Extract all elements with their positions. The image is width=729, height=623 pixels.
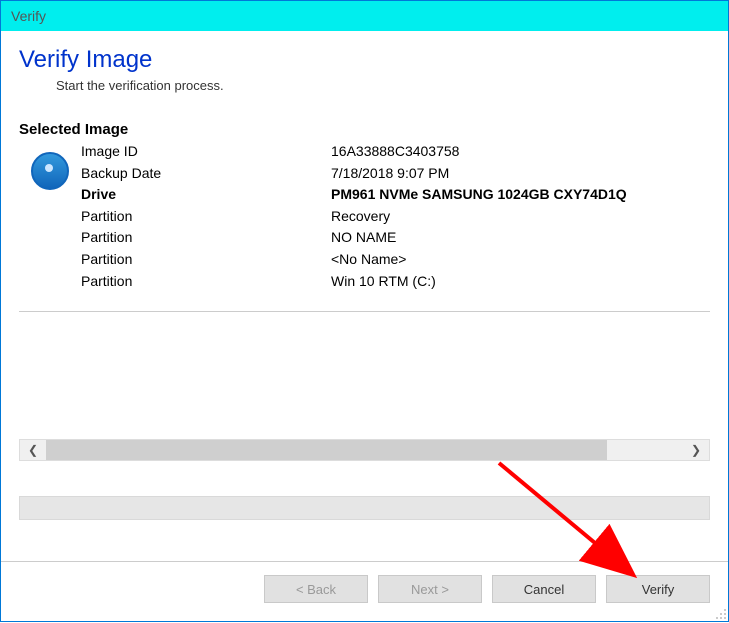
info-value: Recovery bbox=[331, 207, 627, 227]
info-label: Partition bbox=[81, 250, 331, 270]
horizontal-scrollbar[interactable]: ❮ ❯ bbox=[19, 439, 710, 461]
scroll-left-button[interactable]: ❮ bbox=[20, 440, 46, 460]
info-label: Partition bbox=[81, 228, 331, 248]
page-title: Verify Image bbox=[1, 31, 728, 74]
info-value: PM961 NVMe SAMSUNG 1024GB CXY74D1Q bbox=[331, 185, 627, 205]
selected-image-block: Image ID16A33888C3403758Backup Date7/18/… bbox=[1, 142, 728, 301]
progress-bar bbox=[19, 496, 710, 520]
footer-divider bbox=[1, 561, 728, 562]
back-button[interactable]: < Back bbox=[264, 575, 368, 603]
icon-cell bbox=[31, 142, 81, 291]
info-label: Drive bbox=[81, 185, 331, 205]
drive-icon bbox=[31, 152, 69, 190]
verify-button[interactable]: Verify bbox=[606, 575, 710, 603]
window-title: Verify bbox=[11, 8, 46, 24]
title-bar[interactable]: Verify bbox=[1, 1, 728, 31]
info-label: Partition bbox=[81, 207, 331, 227]
info-value: NO NAME bbox=[331, 228, 627, 248]
info-label: Partition bbox=[81, 272, 331, 292]
resize-grip-icon[interactable] bbox=[713, 606, 727, 620]
info-value: <No Name> bbox=[331, 250, 627, 270]
scroll-track[interactable] bbox=[46, 440, 683, 460]
info-table: Image ID16A33888C3403758Backup Date7/18/… bbox=[81, 142, 627, 291]
cancel-button[interactable]: Cancel bbox=[492, 575, 596, 603]
info-value: 7/18/2018 9:07 PM bbox=[331, 164, 627, 184]
info-value: Win 10 RTM (C:) bbox=[331, 272, 627, 292]
section-title: Selected Image bbox=[1, 115, 728, 142]
next-button[interactable]: Next > bbox=[378, 575, 482, 603]
wizard-footer: < Back Next > Cancel Verify bbox=[264, 575, 710, 603]
divider-under-info bbox=[19, 311, 710, 312]
scroll-thumb[interactable] bbox=[46, 440, 607, 460]
info-label: Image ID bbox=[81, 142, 331, 162]
content-area: Verify Image Start the verification proc… bbox=[1, 31, 728, 312]
page-subtitle: Start the verification process. bbox=[1, 74, 728, 115]
scroll-right-button[interactable]: ❯ bbox=[683, 440, 709, 460]
info-value: 16A33888C3403758 bbox=[331, 142, 627, 162]
info-label: Backup Date bbox=[81, 164, 331, 184]
